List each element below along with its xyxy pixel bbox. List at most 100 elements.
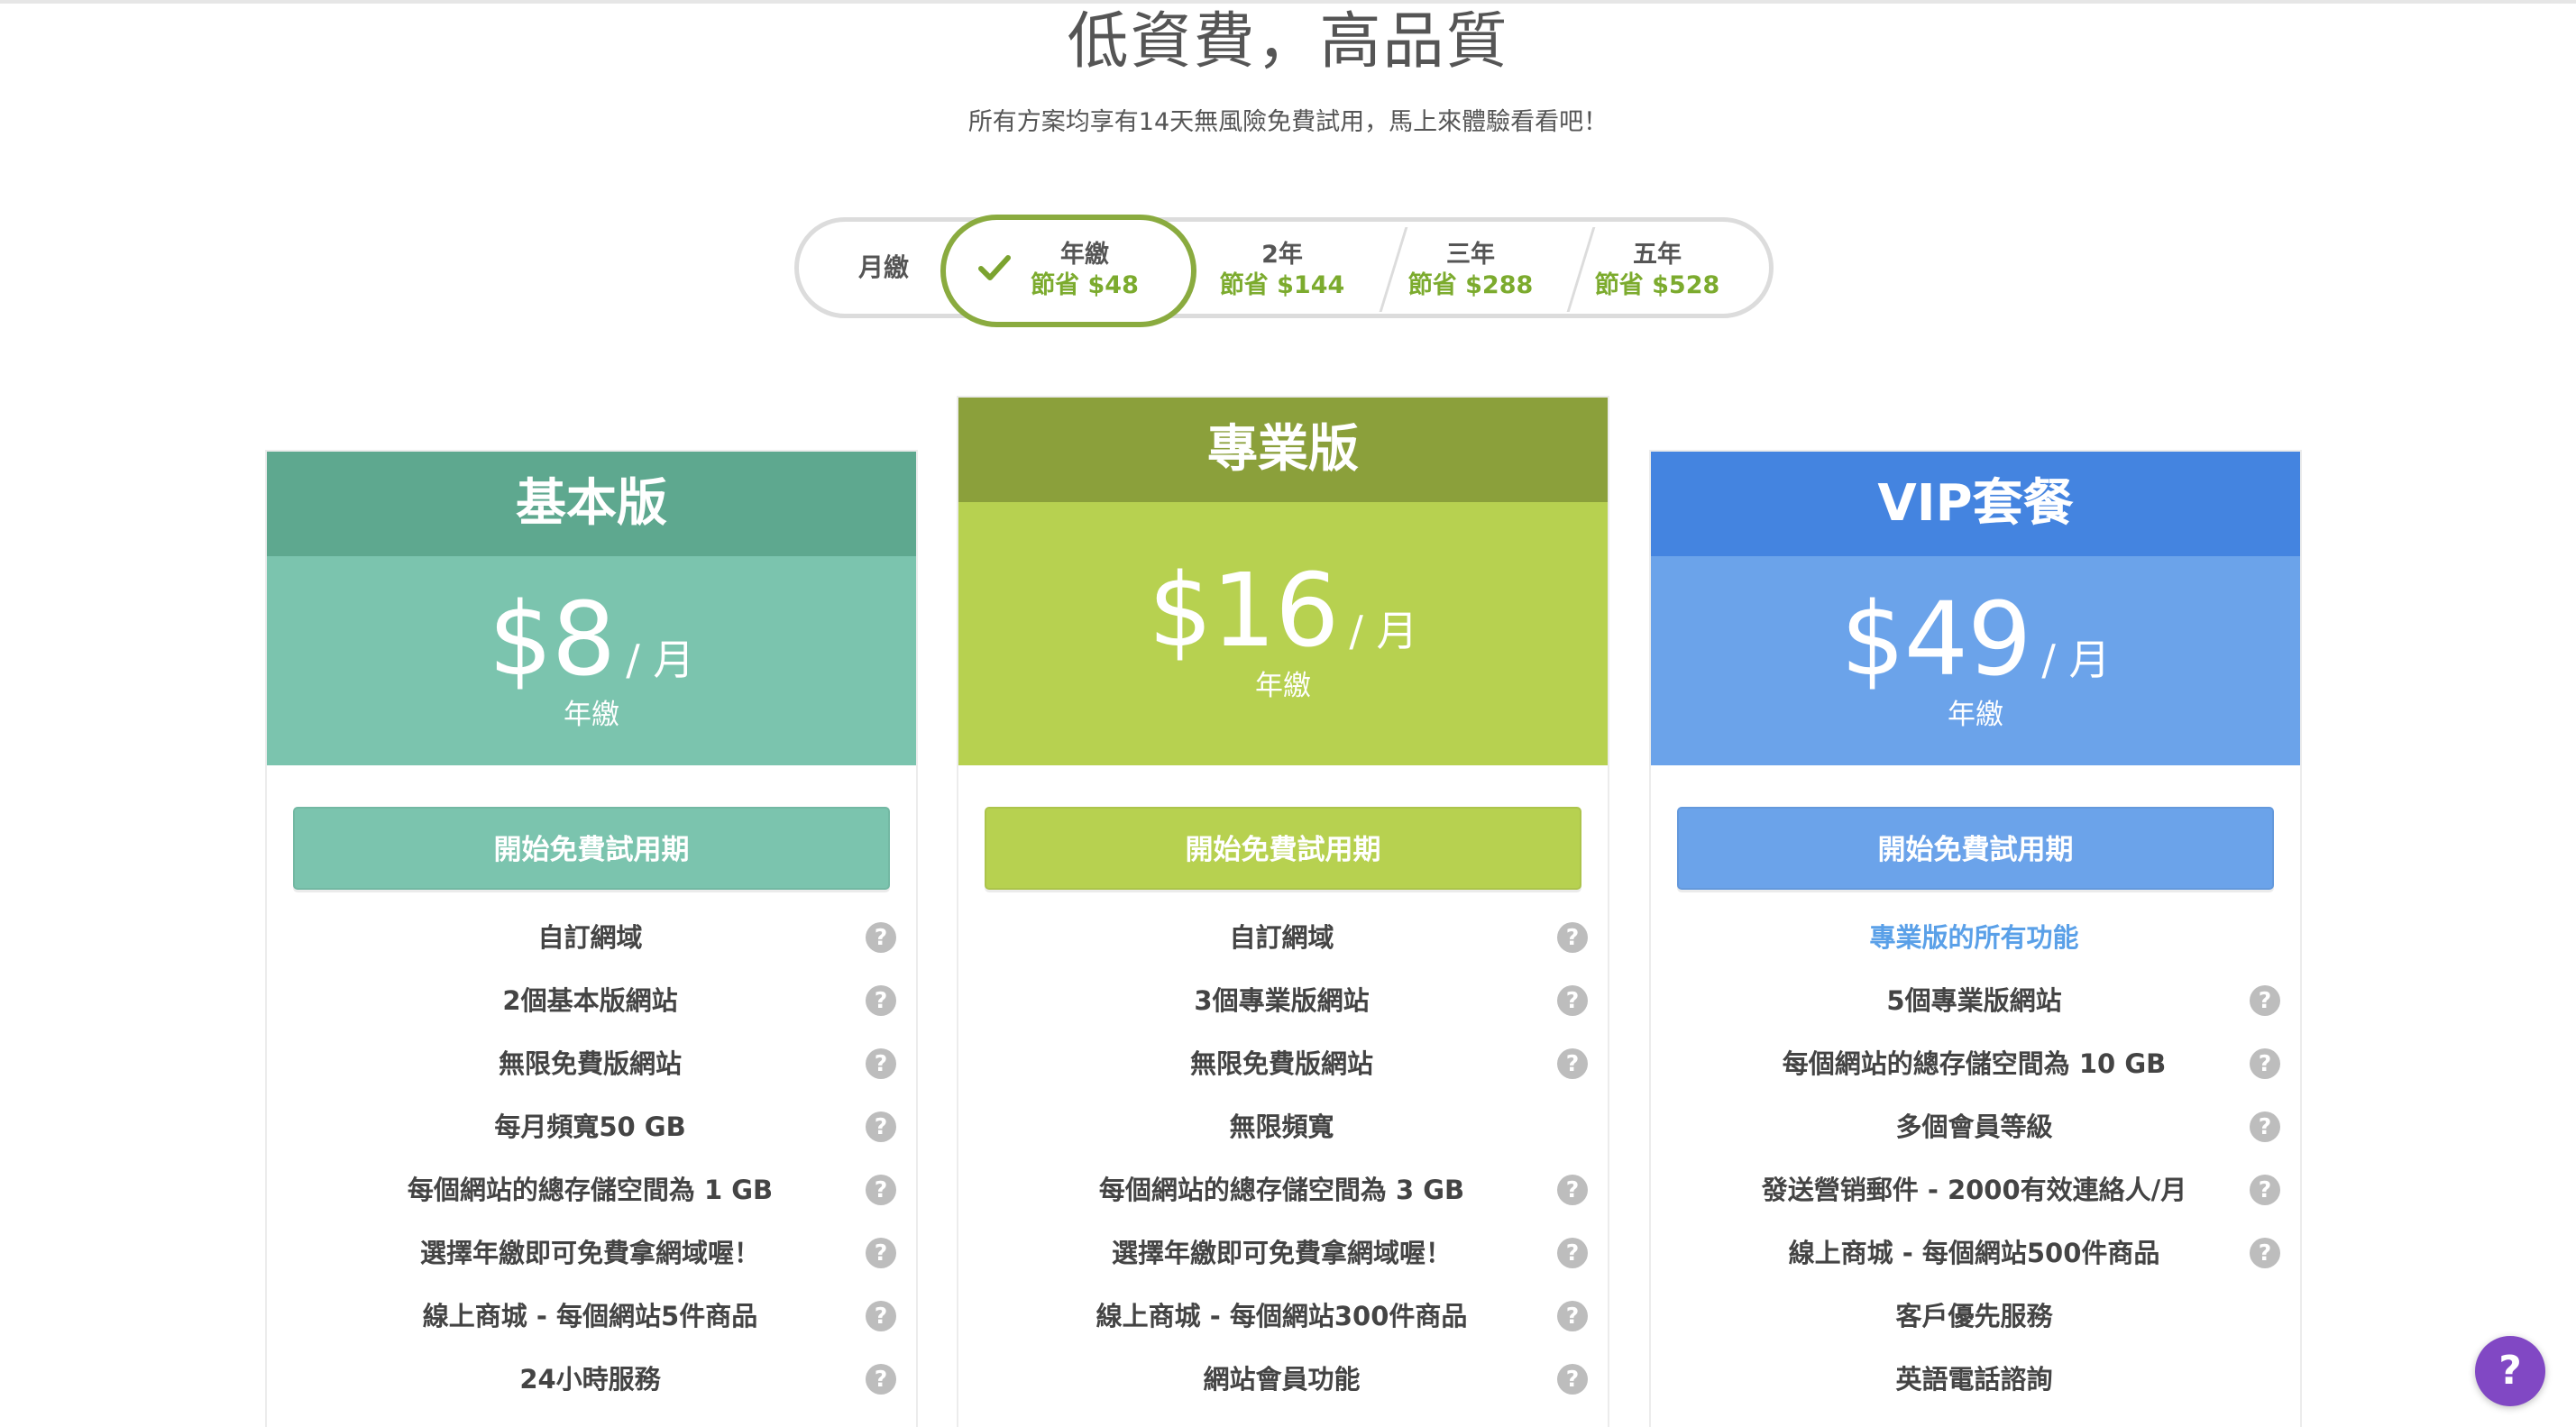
feature-text: 每個網站的總存儲空間為 1 GB [407,1175,774,1205]
feature-item: 多個會員等級? [1651,1095,2300,1158]
feature-item: 無限免費版網站? [958,1032,1608,1095]
feature-item: 每個網站的總存儲空間為 10 GB? [1651,1032,2300,1095]
help-question-icon[interactable]: ? [1557,1175,1588,1205]
help-question-icon[interactable]: ? [866,1111,896,1142]
feature-text: 5個專業版網站 [1886,985,2062,1016]
feature-item: 網站會員功能? [958,1348,1608,1411]
feature-text: 客戶優先服務 [1895,1301,2053,1331]
billing-option-label: 2年 [1261,241,1303,269]
feature-text: 專業版的所有功能 [1869,922,2079,953]
feature-text: 2個基本版網站 [502,985,678,1016]
feature-text: 自訂網域 [1229,922,1334,953]
feature-item: 線上商城 - 每個網站300件商品? [958,1285,1608,1348]
feature-text: 每月頻寬50 GB [494,1111,686,1142]
feature-item: 每月頻寬50 GB? [267,1095,916,1158]
billing-option-saving: 節省 $144 [1219,271,1345,299]
price-period: / 月 [1349,607,1418,655]
feature-text: 無限免費版網站 [1189,1048,1373,1079]
plan-card-pro: 專業版 $16/ 月 年繳 開始免費試用期 自訂網域? 3個專業版網站? 無限免費版… [957,396,1609,1427]
feature-item: 發送營销郵件 - 2000有效連絡人/月? [1651,1158,2300,1221]
start-trial-button[interactable]: 開始免費試用期 [1677,807,2274,890]
billing-option-annual[interactable]: 年繳 節省 $48 [940,215,1196,327]
feature-item: 每個網站的總存儲空間為 1 GB? [267,1158,916,1221]
feature-item: 選擇年繳即可免費拿網域喔！? [958,1221,1608,1285]
feature-text: 線上商城 - 每個網站500件商品 [1788,1238,2160,1268]
price-period: / 月 [626,636,695,684]
plan-price-panel: $16/ 月 年繳 [958,502,1608,765]
feature-text: 選擇年繳即可免費拿網域喔！ [1111,1238,1452,1268]
help-question-icon[interactable]: ? [866,1238,896,1268]
plan-name: 專業版 [958,398,1608,502]
billing-period-toggle: 月繳 年繳 節省 $48 2年 節省 $144 三年 節省 $288 五年 節省… [794,215,1774,327]
billing-option-5year[interactable]: 五年 節省 $528 [1590,240,1725,301]
help-question-icon[interactable]: ? [2250,1175,2280,1205]
page-title: 低資費，高品質 [1067,6,1509,78]
feature-item: 2個基本版網站? [267,969,916,1032]
feature-item: 5個專業版網站? [1651,969,2300,1032]
help-button[interactable]: ? [2475,1336,2545,1406]
feature-text: 選擇年繳即可免費拿網域喔！ [419,1238,760,1268]
billing-option-saving: 節省 $528 [1594,271,1720,299]
feature-item: 選擇年繳即可免費拿網域喔！? [267,1221,916,1285]
billing-option-saving: 節省 $288 [1407,271,1534,299]
feature-text: 3個專業版網站 [1194,985,1370,1016]
feature-text: 每個網站的總存儲空間為 3 GB [1098,1175,1465,1205]
plan-price-panel: $49/ 月 年繳 [1651,556,2300,765]
feature-text: 無限免費版網站 [498,1048,682,1079]
help-question-icon[interactable]: ? [866,1364,896,1395]
start-trial-button[interactable]: 開始免費試用期 [985,807,1581,890]
feature-item: 無限頻寬 [958,1095,1608,1158]
feature-item: 專業版的所有功能 [1651,906,2300,969]
feature-item: 無限免費版網站? [267,1032,916,1095]
feature-text: 24小時服務 [519,1364,661,1395]
billing-option-2year[interactable]: 2年 節省 $144 [1215,240,1350,301]
billing-option-label: 年繳 [1060,241,1109,269]
help-question-icon[interactable]: ? [1557,1301,1588,1331]
help-question-icon[interactable]: ? [866,1048,896,1079]
help-question-icon[interactable]: ? [866,922,896,953]
feature-text: 線上商城 - 每個網站300件商品 [1095,1301,1468,1331]
help-question-icon[interactable]: ? [1557,922,1588,953]
billing-option-label: 五年 [1633,241,1682,269]
help-question-icon[interactable]: ? [866,985,896,1016]
feature-text: 自訂網域 [537,922,643,953]
feature-text: 英語電話諮詢 [1895,1364,2053,1395]
plan-price: $8 [488,581,617,699]
feature-text: 線上商城 - 每個網站5件商品 [422,1301,758,1331]
billing-option-saving: 節省 $48 [1031,271,1139,299]
feature-item: 自訂網域? [267,906,916,969]
help-question-icon[interactable]: ? [1557,1238,1588,1268]
plan-name: 基本版 [267,452,916,556]
help-question-icon[interactable]: ? [1557,1364,1588,1395]
plan-card-basic: 基本版 $8/ 月 年繳 開始免費試用期 自訂網域? 2個基本版網站? 無限免費版網… [265,450,918,1427]
plan-price-panel: $8/ 月 年繳 [267,556,916,765]
feature-list: 自訂網域? 2個基本版網站? 無限免費版網站? 每月頻寬50 GB? 每個網站的總存儲空… [267,906,916,1411]
feature-item: 線上商城 - 每個網站5件商品? [267,1285,916,1348]
feature-list: 專業版的所有功能 5個專業版網站? 每個網站的總存儲空間為 10 GB? 多個會員等級… [1651,906,2300,1411]
feature-text: 無限頻寬 [1229,1111,1334,1142]
help-question-icon[interactable]: ? [2250,1111,2280,1142]
billing-term: 年繳 [1255,670,1311,702]
billing-option-monthly[interactable]: 月繳 [848,252,920,283]
checkmark-icon [978,255,1011,280]
help-question-icon[interactable]: ? [2250,985,2280,1016]
price-period: / 月 [2041,636,2111,684]
feature-item: 線上商城 - 每個網站500件商品? [1651,1221,2300,1285]
start-trial-button[interactable]: 開始免費試用期 [293,807,890,890]
feature-text: 每個網站的總存儲空間為 10 GB [1782,1048,2167,1079]
billing-term: 年繳 [1948,699,2003,731]
help-question-icon[interactable]: ? [1557,985,1588,1016]
help-question-icon[interactable]: ? [866,1175,896,1205]
feature-item: 英語電話諮詢 [1651,1348,2300,1411]
feature-item: 每個網站的總存儲空間為 3 GB? [958,1158,1608,1221]
plan-price: $16 [1148,553,1340,670]
plan-card-vip: VIP套餐 $49/ 月 年繳 開始免費試用期 專業版的所有功能 5個專業版網站?… [1649,450,2302,1427]
billing-option-3year[interactable]: 三年 節省 $288 [1403,240,1538,301]
help-question-icon[interactable]: ? [866,1301,896,1331]
help-question-icon[interactable]: ? [1557,1048,1588,1079]
feature-text: 多個會員等級 [1895,1111,2053,1142]
feature-item: 24小時服務? [267,1348,916,1411]
plan-price: $49 [1840,581,2032,699]
help-question-icon[interactable]: ? [2250,1238,2280,1268]
help-question-icon[interactable]: ? [2250,1048,2280,1079]
